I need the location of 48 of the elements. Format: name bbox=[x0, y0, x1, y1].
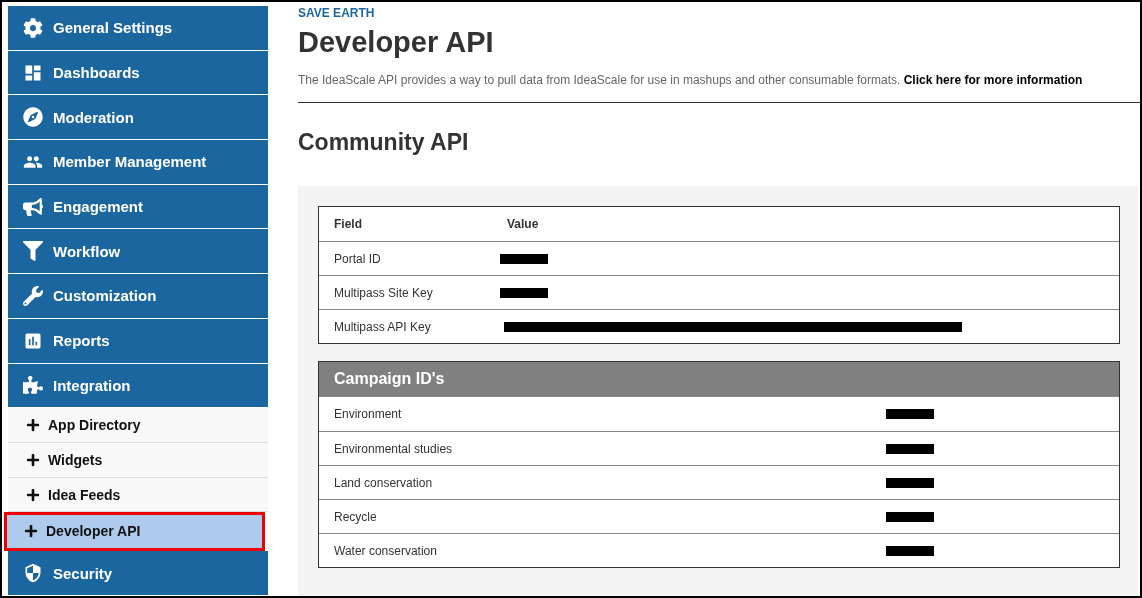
sidebar-item[interactable]: Integration bbox=[8, 363, 268, 409]
sidebar-subitem[interactable]: Developer API bbox=[6, 514, 263, 550]
table-cell-text: Water conservation bbox=[334, 543, 438, 558]
redaction-bar bbox=[500, 253, 548, 264]
sidebar-item[interactable]: Customization bbox=[8, 274, 268, 319]
table-heading: Campaign ID's bbox=[319, 362, 1119, 397]
redaction-bar bbox=[886, 443, 934, 454]
sidebar-subitem[interactable]: Idea Feeds bbox=[8, 477, 268, 513]
redaction-bar bbox=[886, 545, 934, 556]
megaphone-icon bbox=[23, 196, 43, 217]
redaction-bar bbox=[886, 409, 934, 419]
section-heading: Community API bbox=[298, 129, 470, 156]
table-cell-text: Portal ID bbox=[334, 251, 382, 266]
table-cell-text: Multipass API Key bbox=[334, 319, 432, 334]
redaction-bar bbox=[886, 477, 934, 488]
sidebar-item[interactable]: Reports bbox=[8, 318, 268, 364]
breadcrumb: SAVE EARTH bbox=[298, 6, 376, 20]
column-header: Field bbox=[334, 217, 363, 231]
table-cell-text: Multipass Site Key bbox=[334, 285, 434, 300]
compass-icon bbox=[23, 107, 43, 128]
plus-icon bbox=[24, 524, 38, 539]
sidebar-subitem[interactable]: Widgets bbox=[8, 442, 268, 478]
wrench-icon bbox=[23, 285, 43, 306]
sidebar-item[interactable]: Dashboards bbox=[8, 50, 268, 96]
sidebar-subitem[interactable]: App Directory bbox=[8, 408, 268, 443]
table-cell-text: Land conservation bbox=[334, 475, 434, 490]
more-info-link[interactable]: Click here for more information bbox=[903, 73, 1083, 87]
plus-icon bbox=[26, 487, 40, 502]
description: The IdeaScale API provides a way to pull data from IdeaScale for use in mashups and other consumable formats. Click here for more information bbox=[298, 73, 1140, 103]
plus-icon bbox=[26, 418, 40, 433]
page-title: Developer API bbox=[298, 26, 495, 59]
sidebar-item[interactable]: Member Management bbox=[8, 140, 268, 185]
table-cell-text: Recycle bbox=[334, 509, 378, 524]
shield-icon bbox=[23, 563, 43, 584]
puzzle-icon bbox=[23, 375, 43, 396]
plus-icon bbox=[26, 452, 40, 467]
sidebar-item[interactable]: Workflow bbox=[8, 229, 268, 275]
column-header: Value bbox=[507, 217, 540, 231]
redaction-bar bbox=[500, 287, 548, 298]
redaction-bar bbox=[886, 511, 934, 522]
sidebar-item[interactable]: Engagement bbox=[8, 184, 268, 230]
sidebar-item[interactable]: Security bbox=[8, 551, 268, 596]
funnel-icon bbox=[23, 241, 43, 262]
sidebar-item[interactable]: Moderation bbox=[8, 95, 268, 141]
gear-icon bbox=[23, 17, 43, 38]
table-cell-text: Environment bbox=[334, 407, 403, 421]
sidebar-item[interactable]: General Settings bbox=[8, 6, 268, 51]
table-cell-text: Environmental studies bbox=[334, 441, 454, 456]
